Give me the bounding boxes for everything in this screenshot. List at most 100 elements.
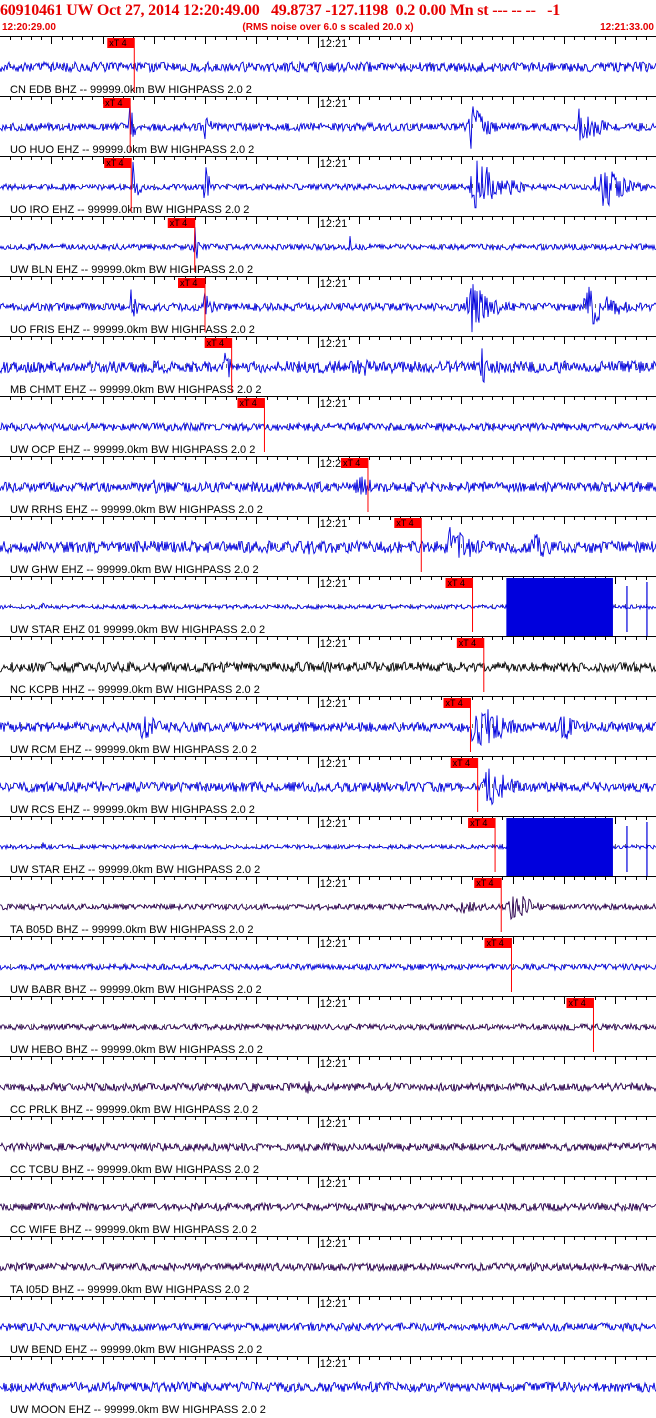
waveform (0, 1201, 656, 1213)
minute-label: 12:21 (320, 38, 348, 50)
pick-label: xT 4 (170, 218, 187, 228)
trace-label: UO IRO EHZ -- 99999.0km BW HIGHPASS 2.0 … (10, 204, 249, 216)
trace-panel: 12:21 UW STAR EHZ 01 99999.0km BW HIGHPAS… (0, 576, 656, 636)
waveform (0, 1321, 656, 1333)
pick-label: xT 4 (568, 998, 585, 1008)
trace-panel: 12:21 UW RCM EHZ -- 99999.0km BW HIGHPASS… (0, 696, 656, 756)
pick-label: xT 4 (207, 338, 224, 348)
saturated-signal (506, 818, 613, 876)
trace-label: CC WIFE BHZ -- 99999.0km BW HIGHPASS 2.0… (10, 1224, 257, 1236)
trace-panel: 12:21 UW OCP EHZ -- 99999.0km BW HIGHPASS… (0, 396, 656, 456)
waveform (0, 709, 656, 747)
noise-note-label: (RMS noise over 6.0 s scaled 20.0 x) (242, 22, 414, 33)
pick-label: xT 4 (109, 38, 126, 48)
trace-panel: 12:21 TA I05D BHZ -- 99999.0km BW HIGHPAS… (0, 1236, 656, 1296)
minute-label: 12:21 (320, 158, 348, 170)
pick-label: xT 4 (445, 698, 462, 708)
trace-label: MB CHMT EHZ -- 99999.0km BW HIGHPASS 2.0… (10, 384, 261, 396)
trace-panel: 12:21 NC KCPB HHZ -- 99999.0km BW HIGHPAS… (0, 636, 656, 696)
minute-label: 12:21 (320, 98, 348, 110)
trace-panel: 12:21 UW BLN EHZ -- 99999.0km BW HIGHPASS… (0, 216, 656, 276)
trace-label: TA I05D BHZ -- 99999.0km BW HIGHPASS 2.0… (10, 1284, 249, 1296)
trace-label: CC PRLK BHZ -- 99999.0km BW HIGHPASS 2.0… (10, 1104, 258, 1116)
pick-label: xT 4 (239, 398, 256, 408)
trace-label: UW OCP EHZ -- 99999.0km BW HIGHPASS 2.0 … (10, 444, 255, 456)
waveform (0, 1261, 656, 1273)
pick-label: xT 4 (476, 878, 493, 888)
pick-label: xT 4 (453, 758, 470, 768)
trace-panel: 12:21 UO HUO EHZ -- 99999.0km BW HIGHPASS… (0, 96, 656, 156)
trace-label: UW MOON EHZ -- 99999.0km BW HIGHPASS 2.0… (10, 1404, 266, 1416)
waveform (0, 1141, 656, 1153)
minute-label: 12:21 (320, 1298, 348, 1310)
pick-label: xT 4 (396, 518, 413, 528)
minute-label: 12:21 (320, 1238, 348, 1250)
minute-label: 12:21 (320, 278, 348, 290)
trace-label: NC KCPB HHZ -- 99999.0km BW HIGHPASS 2.0… (10, 684, 260, 696)
pick-label: xT 4 (448, 578, 465, 588)
waveform (0, 227, 656, 259)
event-title: 60910461 UW Oct 27, 2014 12:20:49.00 49.… (0, 2, 561, 19)
waveform (0, 476, 656, 495)
waveform (0, 60, 656, 74)
trace-panel: 12:21 CC WIFE BHZ -- 99999.0km BW HIGHPAS… (0, 1176, 656, 1236)
minute-label: 12:21 (320, 1178, 348, 1190)
minute-label: 12:21 (320, 1118, 348, 1130)
trace-label: UO HUO EHZ -- 99999.0km BW HIGHPASS 2.0 … (10, 144, 254, 156)
trace-panel: 12:21UW RRHS EHZ -- 99999.0km BW HIGHPAS… (0, 456, 656, 516)
trace-panel: 12:21 UW BABR BHZ -- 99999.0km BW HIGHPAS… (0, 936, 656, 996)
minute-label: 12:21 (320, 218, 348, 230)
waveform (0, 1081, 656, 1094)
minute-label: 12:21 (320, 1058, 348, 1070)
waveform (0, 660, 656, 674)
trace-panel: 12:21 UO IRO EHZ -- 99999.0km BW HIGHPASS… (0, 156, 656, 216)
waveform (0, 421, 656, 433)
trace-label: UW RCS EHZ -- 99999.0km BW HIGHPASS 2.0 … (10, 804, 255, 816)
trace-panel: 12:21 UW STAR EHZ -- 99999.0km BW HIGHPAS… (0, 816, 656, 876)
pick-label: xT 4 (486, 938, 503, 948)
trace-panel: 12:21 CC TCBU BHZ -- 99999.0km BW HIGHPAS… (0, 1116, 656, 1176)
minute-label: 12:21 (320, 758, 348, 770)
minute-label: 12:21 (320, 638, 348, 650)
pick-label: xT 4 (180, 278, 197, 288)
trace-label: CN EDB BHZ -- 99999.0km BW HIGHPASS 2.0 … (10, 84, 252, 96)
minute-label: 12:21 (320, 1358, 348, 1370)
trace-panel: 12:21 TA B05D BHZ -- 99999.0km BW HIGHPAS… (0, 876, 656, 936)
minute-label: 12:21 (320, 998, 348, 1010)
trace-label: UW HEBO BHZ -- 99999.0km BW HIGHPASS 2.0… (10, 1044, 263, 1056)
trace-label: UW BLN EHZ -- 99999.0km BW HIGHPASS 2.0 … (10, 264, 253, 276)
waveform (0, 768, 656, 806)
waveform (0, 1380, 656, 1394)
waveform (0, 348, 656, 384)
waveform (0, 962, 656, 972)
trace-panel: 12:21 UW GHW EHZ -- 99999.0km BW HIGHPASS… (0, 516, 656, 576)
minute-label: 12:21 (320, 338, 348, 350)
minute-label: 12:21 (320, 938, 348, 950)
trace-panel: 12:21 UW BEND EHZ -- 99999.0km BW HIGHPAS… (0, 1296, 656, 1356)
trace-panel: 12:21 UW MOON EHZ -- 99999.0km BW HIGHPAS… (0, 1356, 656, 1416)
minute-label: 12:21 (320, 518, 348, 530)
pick-label: xT 4 (459, 638, 476, 648)
trace-panel: 12:21 UO FRIS EHZ -- 99999.0km BW HIGHPAS… (0, 276, 656, 336)
waveform (0, 896, 656, 921)
end-time-label: 12:21:33.00 (600, 22, 654, 33)
pick-label: xT 4 (343, 458, 360, 468)
pick-label: xT 4 (470, 818, 487, 828)
minute-label: 12:21 (320, 818, 348, 830)
trace-label: TA B05D BHZ -- 99999.0km BW HIGHPASS 2.0… (10, 924, 254, 936)
minute-label: 12:21 (320, 878, 348, 890)
saturated-signal (506, 578, 613, 636)
trace-label: UW GHW EHZ -- 99999.0km BW HIGHPASS 2.0 … (10, 564, 259, 576)
trace-label: UW RCM EHZ -- 99999.0km BW HIGHPASS 2.0 … (10, 744, 257, 756)
minute-label: 12:21 (320, 398, 348, 410)
pick-label: xT 4 (106, 158, 123, 168)
seismogram-plot: 12:21 CN EDB BHZ -- 99999.0km BW HIGHPASS… (0, 36, 656, 1416)
trace-label: UW STAR EHZ 01 99999.0km BW HIGHPASS 2.0… (10, 624, 265, 636)
trace-label: UW STAR EHZ -- 99999.0km BW HIGHPASS 2.0… (10, 864, 260, 876)
trace-label: UW BEND EHZ -- 99999.0km BW HIGHPASS 2.0… (10, 1344, 262, 1356)
trace-panel: 12:21 MB CHMT EHZ -- 99999.0km BW HIGHPAS… (0, 336, 656, 396)
waveform (0, 1022, 656, 1032)
trace-label: UO FRIS EHZ -- 99999.0km BW HIGHPASS 2.0… (10, 324, 255, 336)
pick-label: xT 4 (105, 98, 122, 108)
waveform (0, 527, 656, 558)
